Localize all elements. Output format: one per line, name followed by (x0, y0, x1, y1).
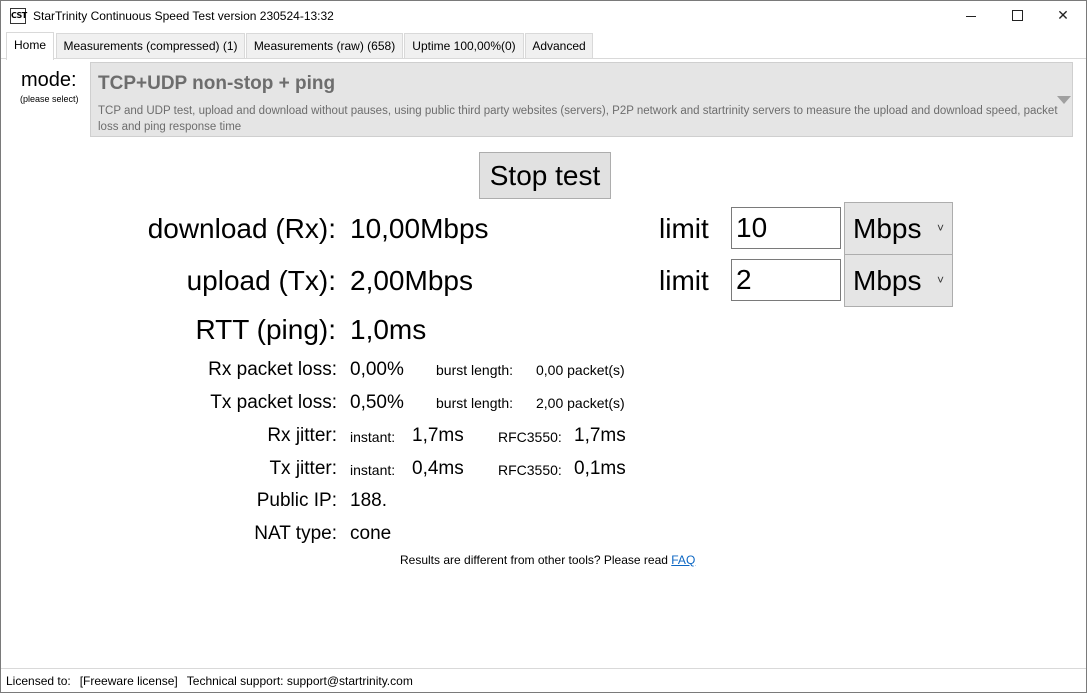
tx-packet-loss-value: 0,50% (350, 392, 404, 413)
license-value: [Freeware license] (79, 674, 178, 688)
download-limit-label: limit (659, 213, 709, 244)
rx-packet-loss-label: Rx packet loss: (208, 359, 337, 380)
public-ip-label: Public IP: (256, 490, 337, 511)
tab-strip: Home Measurements (compressed) (1) Measu… (1, 32, 1086, 60)
title-bar: CST StarTrinity Continuous Speed Test ve… (1, 1, 1086, 31)
mode-label: mode: (21, 69, 77, 91)
license-label: Licensed to: (6, 674, 71, 688)
tx-burst-label: burst length: (436, 395, 514, 411)
mode-sublabel: (please select) (20, 94, 79, 104)
rx-jitter-label: Rx jitter: (267, 425, 337, 446)
download-unit-select[interactable]: Mbps ˅ (844, 202, 953, 255)
upload-limit-label: limit (659, 265, 709, 296)
rx-packet-loss-value: 0,00% (350, 359, 404, 380)
tx-jitter-instant-value: 0,4ms (412, 458, 464, 479)
window-title: StarTrinity Continuous Speed Test versio… (33, 9, 334, 23)
rx-jitter-rfc-label: RFC3550: (498, 429, 562, 445)
upload-limit-input[interactable]: 2 (731, 259, 841, 301)
nat-type-label: NAT type: (254, 523, 337, 544)
rx-burst-value: 0,00 packet(s) (536, 362, 625, 378)
tx-jitter-instant-label: instant: (350, 462, 396, 478)
tx-packet-loss-label: Tx packet loss: (210, 392, 337, 413)
download-value: 10,00Mbps (350, 213, 489, 244)
faq-note-text: Results are different from other tools? … (400, 553, 672, 567)
faq-link[interactable]: FAQ (671, 553, 695, 567)
tab-home[interactable]: Home (6, 32, 54, 60)
chevron-down-icon: ˅ (936, 273, 944, 287)
download-label: download (Rx): (147, 213, 336, 244)
dropdown-arrow-icon[interactable] (1057, 96, 1071, 104)
rx-jitter-rfc-value: 1,7ms (574, 425, 626, 446)
tx-jitter-rfc-label: RFC3550: (498, 462, 562, 478)
maximize-button[interactable] (994, 1, 1040, 31)
download-limit-input[interactable]: 10 (731, 207, 841, 249)
mode-selected-title: TCP+UDP non-stop + ping (98, 73, 336, 94)
public-ip-value: 188. (350, 490, 387, 511)
tab-uptime[interactable]: Uptime 100,00%(0) (404, 33, 524, 58)
upload-value: 2,00Mbps (350, 265, 473, 296)
rx-burst-label: burst length: (436, 362, 514, 378)
faq-note: Results are different from other tools? … (400, 553, 695, 567)
rtt-value: 1,0ms (350, 314, 427, 345)
rx-jitter-instant-label: instant: (350, 429, 396, 445)
minimize-button[interactable] (948, 1, 994, 31)
tx-burst-value: 2,00 packet(s) (536, 395, 625, 411)
app-logo-icon: CST (10, 8, 27, 24)
rx-jitter-instant-value: 1,7ms (412, 425, 464, 446)
stop-test-button[interactable]: Stop test (479, 152, 611, 199)
upload-unit-value: Mbps (853, 265, 922, 296)
status-bar: Licensed to: [Freeware license] Technical … (1, 668, 1086, 692)
rtt-label: RTT (ping): (195, 314, 336, 345)
mode-selected-description: TCP and UDP test, upload and download wi… (98, 105, 1058, 133)
app-window: CST StarTrinity Continuous Speed Test ve… (0, 0, 1087, 693)
upload-label: upload (Tx): (186, 265, 336, 296)
tab-advanced[interactable]: Advanced (525, 33, 593, 58)
tx-jitter-rfc-value: 0,1ms (574, 458, 626, 479)
support-text: Technical support: support@startrinity.c… (186, 674, 413, 688)
upload-unit-select[interactable]: Mbps ˅ (844, 254, 953, 307)
tab-measurements-raw[interactable]: Measurements (raw) (658) (246, 33, 403, 58)
tab-measurements-compressed[interactable]: Measurements (compressed) (1) (56, 33, 245, 58)
nat-type-value: cone (350, 523, 392, 544)
chevron-down-icon: ˅ (936, 221, 944, 235)
download-unit-value: Mbps (853, 213, 922, 244)
tx-jitter-label: Tx jitter: (269, 458, 337, 479)
close-button[interactable]: ✕ (1040, 1, 1086, 31)
mode-select[interactable]: TCP+UDP non-stop + ping TCP and UDP test… (90, 62, 1073, 137)
